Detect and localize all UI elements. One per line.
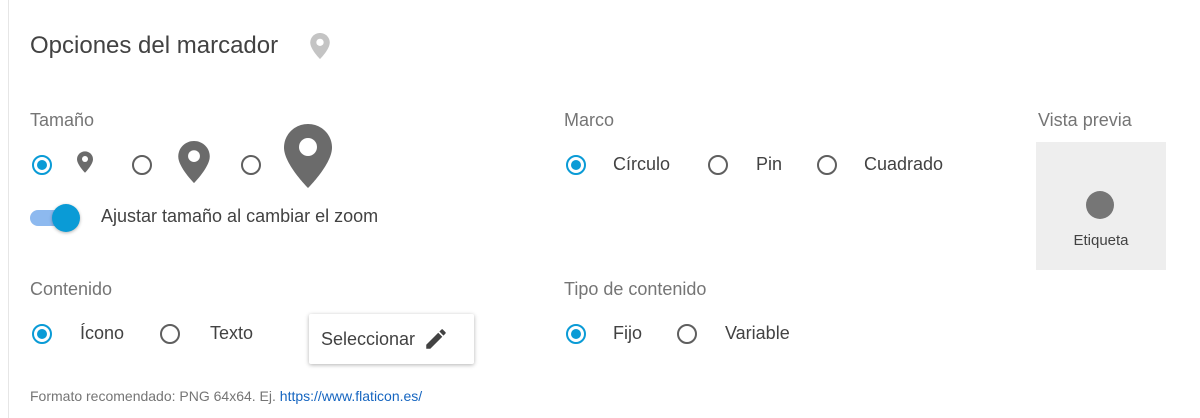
content-icon-label[interactable]: Ícono [80, 323, 124, 344]
content-icon-radio[interactable] [32, 324, 52, 344]
content-section-label: Contenido [30, 279, 113, 299]
content-type-fixed-label[interactable]: Fijo [613, 323, 642, 344]
content-type-variable-label[interactable]: Variable [725, 323, 790, 344]
flaticon-link[interactable]: https://www.flaticon.es/ [280, 388, 422, 404]
page-title: Opciones del marcador [30, 32, 279, 59]
toggle-thumb [52, 204, 80, 232]
preview-marker-dot [1086, 191, 1114, 219]
zoom-adjust-toggle[interactable] [30, 204, 80, 232]
marker-preview: Etiqueta [1036, 142, 1166, 270]
pencil-icon [426, 329, 446, 349]
select-button-label: Seleccionar [321, 328, 416, 349]
format-hint-text: Formato recomendado: PNG 64x64. Ej. [30, 388, 276, 404]
large-marker-pin-icon [284, 124, 332, 188]
size-large-radio[interactable] [241, 155, 261, 175]
frame-square-radio[interactable] [817, 155, 837, 175]
select-icon-button[interactable]: Seleccionar [309, 314, 474, 364]
preview-marker-label: Etiqueta [1073, 232, 1129, 249]
frame-square-label[interactable]: Cuadrado [864, 154, 943, 175]
medium-marker-pin-icon [178, 141, 210, 183]
format-hint: Formato recomendado: PNG 64x64. Ej. http… [30, 388, 422, 404]
size-medium-radio[interactable] [132, 155, 152, 175]
frame-section-label: Marco [564, 110, 615, 130]
content-text-label[interactable]: Texto [210, 323, 253, 344]
frame-circle-radio[interactable] [566, 155, 586, 175]
frame-pin-radio[interactable] [708, 155, 728, 175]
content-type-fixed-radio[interactable] [566, 324, 586, 344]
zoom-toggle-label: Ajustar tamaño al cambiar el zoom [101, 206, 379, 226]
frame-pin-label[interactable]: Pin [756, 154, 782, 175]
content-type-variable-radio[interactable] [677, 324, 697, 344]
location-pin-icon [310, 33, 330, 59]
content-text-radio[interactable] [160, 324, 180, 344]
content-type-section-label: Tipo de contenido [564, 279, 707, 299]
size-section-label: Tamaño [30, 110, 95, 130]
small-marker-pin-icon [77, 151, 93, 173]
preview-section-label: Vista previa [1038, 110, 1132, 130]
size-small-radio[interactable] [32, 155, 52, 175]
frame-circle-label[interactable]: Círculo [613, 154, 670, 175]
